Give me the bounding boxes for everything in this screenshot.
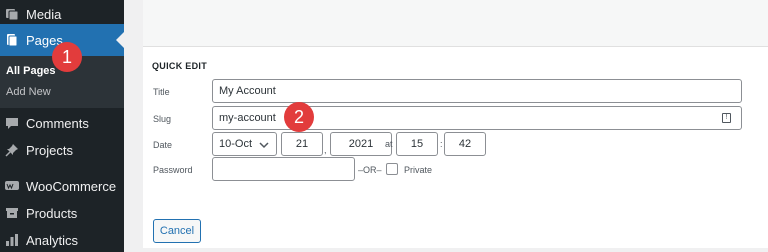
cancel-button[interactable]: Cancel — [153, 219, 201, 243]
or-separator: –OR– — [358, 165, 382, 175]
products-icon — [5, 206, 19, 220]
minute-input[interactable]: 42 — [444, 132, 486, 156]
menu-item-woocommerce[interactable]: WooCommerce — [0, 172, 124, 200]
date-separator: , — [324, 145, 327, 155]
day-value: 21 — [295, 138, 309, 150]
submenu-all-pages[interactable]: All Pages — [6, 65, 56, 77]
analytics-icon — [5, 233, 19, 247]
menu-label: Analytics — [26, 232, 79, 248]
pages-icon — [5, 33, 19, 47]
day-input[interactable]: 21 — [281, 132, 323, 156]
comments-icon — [5, 116, 19, 130]
chevron-down-icon — [259, 142, 269, 149]
media-icon — [5, 7, 19, 21]
menu-item-projects[interactable]: Projects — [0, 136, 124, 164]
quick-edit-panel: QUICK EDIT Title My Account Slug my-acco… — [143, 46, 768, 248]
menu-label: Products — [26, 205, 78, 221]
menu-label: WooCommerce — [26, 178, 117, 194]
menu-label: Projects — [26, 142, 73, 158]
menu-item-comments[interactable]: Comments — [0, 109, 124, 137]
hour-value: 15 — [410, 138, 424, 150]
main-top-area — [143, 0, 768, 46]
woocommerce-icon — [5, 179, 19, 193]
title-value: My Account — [219, 85, 276, 97]
hour-input[interactable]: 15 — [396, 132, 438, 156]
private-label: Private — [404, 165, 433, 175]
menu-item-products[interactable]: Products — [0, 199, 124, 227]
minute-value: 42 — [458, 138, 472, 150]
current-arrow — [116, 32, 124, 48]
month-value: 10-Oct — [219, 138, 253, 150]
menu-item-analytics[interactable]: Analytics — [0, 226, 124, 252]
menu-label: Media — [26, 6, 62, 22]
title-input[interactable]: My Account — [212, 79, 742, 103]
slug-label: Slug — [153, 114, 172, 124]
submenu-add-new[interactable]: Add New — [6, 86, 51, 98]
field-info-icon: ! — [722, 113, 731, 123]
quick-edit-heading: QUICK EDIT — [152, 61, 208, 71]
password-label: Password — [153, 165, 193, 175]
title-label: Title — [153, 87, 170, 97]
private-checkbox[interactable] — [386, 163, 398, 175]
year-input[interactable]: 2021 — [330, 132, 392, 156]
date-label: Date — [153, 140, 173, 150]
year-value: 2021 — [348, 138, 374, 150]
menu-label: Comments — [26, 115, 89, 131]
bottom-strip — [143, 248, 768, 252]
month-select[interactable]: 10-Oct — [212, 132, 277, 156]
password-input[interactable] — [212, 157, 355, 181]
annotation-badge-2: 2 — [284, 102, 314, 132]
admin-sidebar: Media Pages All Pages Add New Comments P… — [0, 0, 124, 252]
annotation-badge-1: 1 — [52, 42, 82, 72]
pin-icon — [5, 143, 19, 157]
at-label: at — [385, 139, 393, 149]
time-separator: : — [440, 139, 443, 149]
slug-value: my-account — [219, 112, 276, 124]
